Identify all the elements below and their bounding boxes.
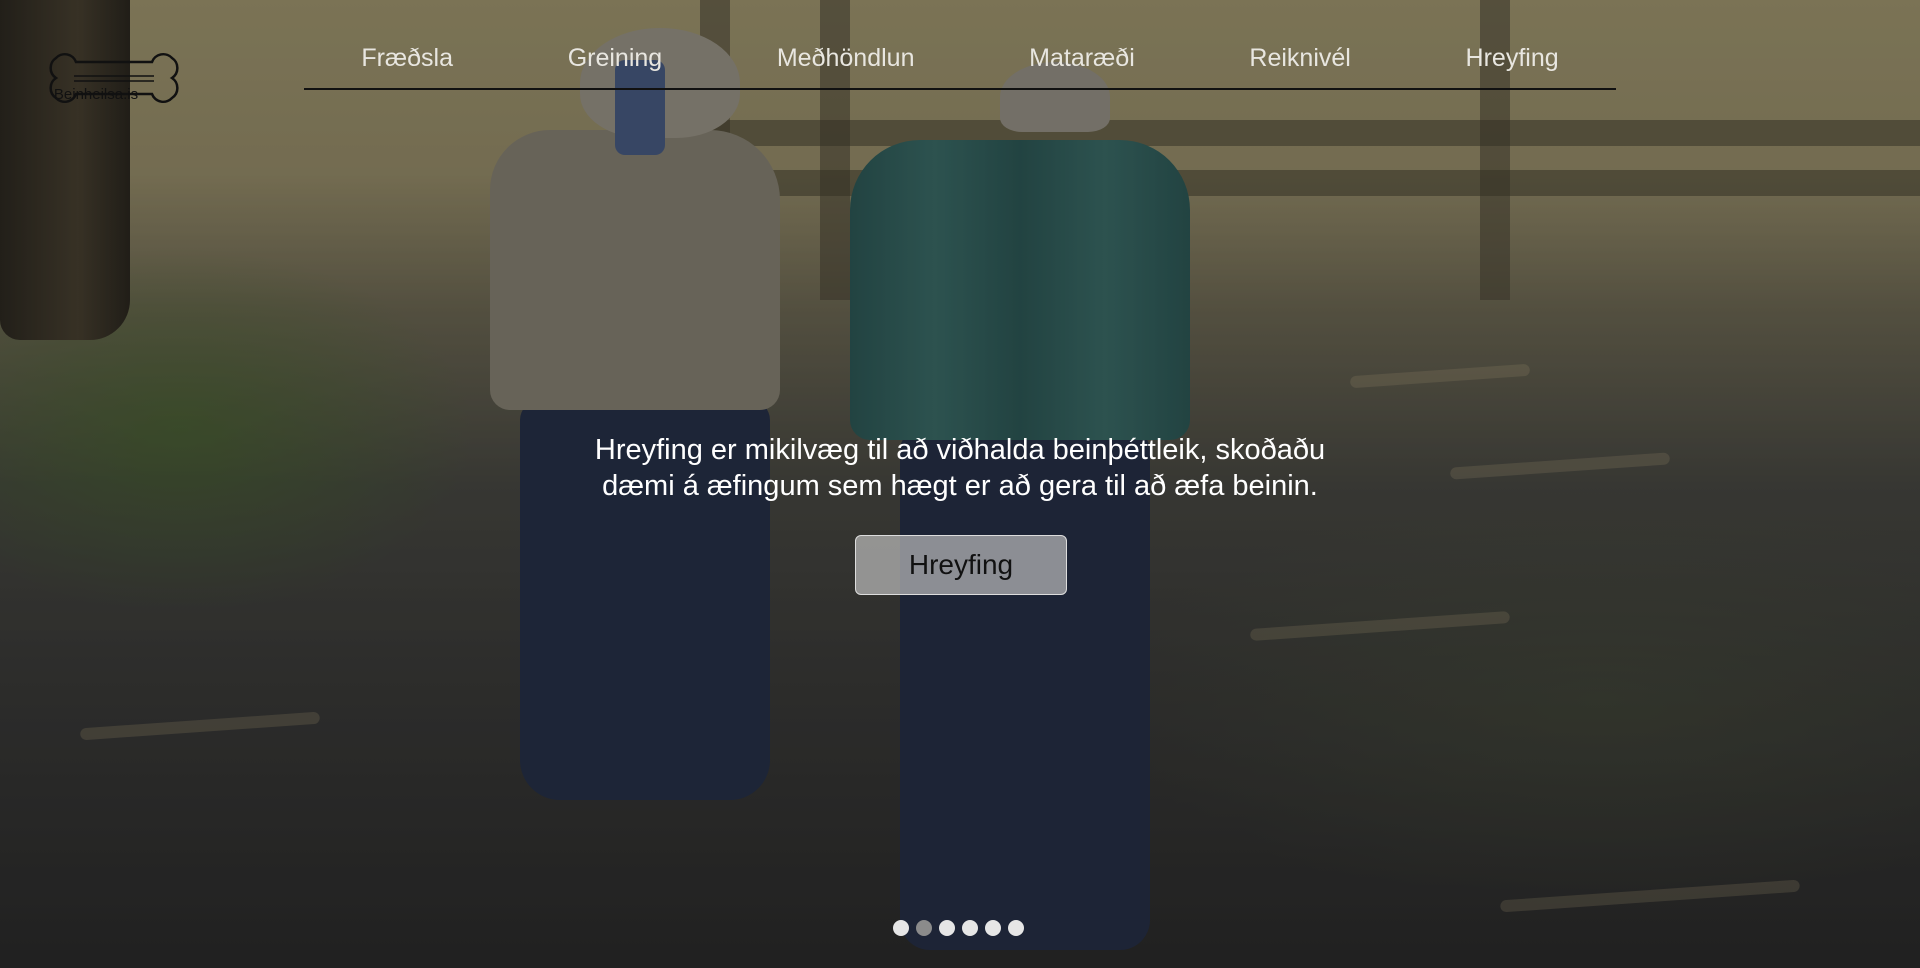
- nav-item-greining[interactable]: Greining: [558, 40, 673, 77]
- main-nav: Fræðsla Greining Meðhöndlun Mataræði Rei…: [304, 40, 1616, 90]
- nav-item-mataraedi[interactable]: Mataræði: [1019, 40, 1145, 77]
- hreyfing-button[interactable]: Hreyfing: [855, 535, 1067, 595]
- carousel-dot[interactable]: [939, 920, 955, 936]
- carousel-dots: [893, 920, 1024, 936]
- nav-item-reiknivel[interactable]: Reiknivél: [1239, 40, 1360, 77]
- carousel-dot[interactable]: [1008, 920, 1024, 936]
- logo-text: Beinheilsa.is: [53, 86, 139, 103]
- nav-item-fraedsla[interactable]: Fræðsla: [351, 40, 463, 77]
- carousel-dot[interactable]: [985, 920, 1001, 936]
- carousel-dot-active[interactable]: [916, 920, 932, 936]
- carousel-dot[interactable]: [962, 920, 978, 936]
- hero-text: Hreyfing er mikilvæg til að viðhalda bei…: [594, 434, 1326, 502]
- carousel-dot[interactable]: [893, 920, 909, 936]
- nav-item-medhondlun[interactable]: Meðhöndlun: [767, 40, 925, 77]
- nav-item-hreyfing[interactable]: Hreyfing: [1456, 40, 1569, 77]
